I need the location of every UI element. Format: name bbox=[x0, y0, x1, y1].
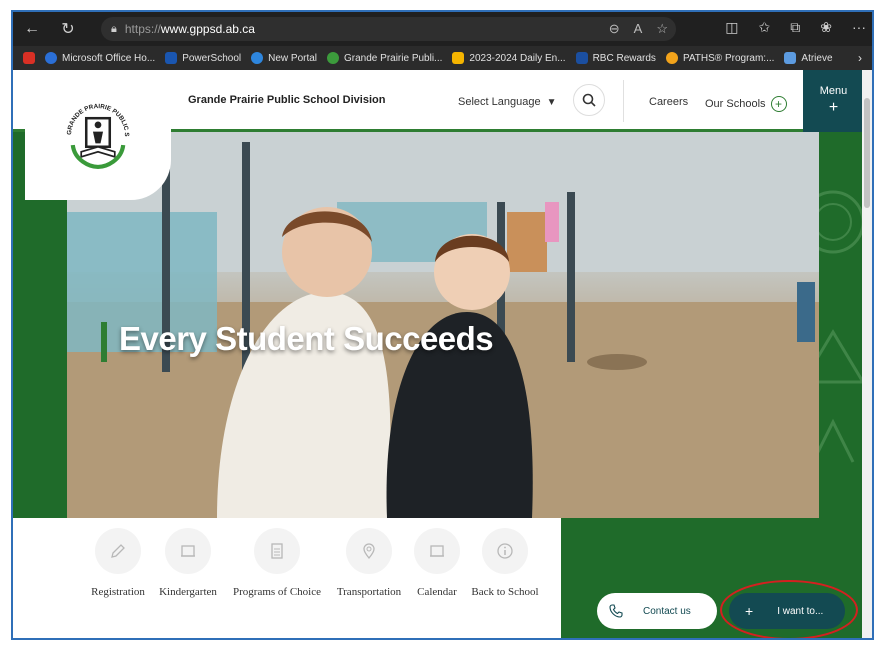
quick-link-label: Registration bbox=[91, 586, 145, 598]
quick-link-kindergarten[interactable]: Kindergarten bbox=[151, 528, 225, 598]
zoom-icon[interactable]: ⊖ bbox=[609, 21, 620, 37]
bookmark[interactable]: RBC Rewards bbox=[575, 52, 656, 64]
chevron-down-icon: ▼ bbox=[546, 96, 557, 108]
bookmark[interactable]: Grande Prairie Publi... bbox=[327, 52, 442, 64]
more-icon[interactable]: ··· bbox=[852, 19, 866, 36]
plus-icon: + bbox=[828, 99, 839, 116]
address-bar[interactable]: 🔒︎ https://www.gppsd.ab.ca ⊖ A ☆ bbox=[101, 17, 676, 41]
plus-icon: + bbox=[770, 96, 787, 112]
read-aloud-icon[interactable]: A bbox=[634, 21, 643, 37]
contact-us-label: Contact us bbox=[643, 605, 691, 617]
address-bar-icons: ⊖ A ☆ bbox=[609, 21, 668, 37]
page-scrollbar[interactable] bbox=[862, 70, 872, 638]
tablet-icon bbox=[414, 528, 460, 574]
info-icon bbox=[482, 528, 528, 574]
language-selector[interactable]: Select Language ▼ bbox=[458, 96, 556, 108]
bookmark-icon bbox=[45, 52, 57, 64]
bookmark-icon bbox=[452, 52, 465, 64]
quick-link-label: Calendar bbox=[417, 586, 457, 598]
web-page: Every Student Succeeds Grande Prairie Pu… bbox=[13, 70, 864, 638]
school-division-logo: GRANDE PRAIRIE PUBLIC SCHOOL DIVISION bbox=[56, 93, 130, 170]
quick-link-calendar[interactable]: Calendar bbox=[409, 528, 465, 598]
quick-link-label: Back to School bbox=[471, 586, 539, 598]
bookmark[interactable]: PowerSchool bbox=[165, 52, 241, 64]
hero-accent-bar bbox=[101, 322, 107, 362]
refresh-icon[interactable]: ↻ bbox=[55, 19, 81, 39]
bookmark[interactable]: Atrieve bbox=[784, 52, 833, 64]
split-screen-icon[interactable]: ◫ bbox=[725, 19, 738, 36]
quick-links-panel: Registration Kindergarten Programs of Ch… bbox=[13, 518, 561, 638]
logo-card[interactable]: GRANDE PRAIRIE PUBLIC SCHOOL DIVISION bbox=[25, 70, 171, 200]
tablet-icon bbox=[165, 528, 211, 574]
scrollbar-thumb[interactable] bbox=[864, 98, 870, 208]
phone-icon bbox=[609, 604, 623, 618]
quick-link-back-to-school[interactable]: Back to School bbox=[465, 528, 545, 598]
search-button[interactable] bbox=[573, 84, 605, 116]
browser-tool-icons: ◫ ✩ ⧉ ❀ ··· bbox=[725, 19, 866, 36]
annotation-highlight-ellipse bbox=[720, 580, 858, 638]
pdf-icon[interactable] bbox=[23, 52, 35, 64]
pencil-icon bbox=[95, 528, 141, 574]
bookmark-icon bbox=[784, 52, 797, 64]
division-name[interactable]: Grande Prairie Public School Division bbox=[188, 94, 385, 106]
map-pin-icon bbox=[346, 528, 392, 574]
bookmark-icon bbox=[575, 52, 588, 64]
bookmark[interactable]: Microsoft Office Ho... bbox=[45, 52, 155, 64]
hero-title: Every Student Succeeds bbox=[119, 320, 494, 357]
chevron-right-icon[interactable]: › bbox=[858, 51, 862, 65]
quick-link-registration[interactable]: Registration bbox=[85, 528, 151, 598]
menu-button[interactable]: Menu + bbox=[803, 70, 864, 132]
quick-links: Registration Kindergarten Programs of Ch… bbox=[85, 528, 545, 598]
bookmark[interactable]: 2023-2024 Daily En... bbox=[452, 52, 566, 64]
collections-icon[interactable]: ⧉ bbox=[790, 19, 800, 36]
svg-text:GRANDE PRAIRIE PUBLIC SCHOOL D: GRANDE PRAIRIE PUBLIC SCHOOL DIVISION bbox=[56, 93, 130, 137]
bookmark-icon bbox=[251, 52, 264, 64]
browser-window: ← ↻ 🔒︎ https://www.gppsd.ab.ca ⊖ A ☆ ◫ ✩… bbox=[11, 10, 874, 640]
header-divider bbox=[623, 80, 624, 122]
browser-toolbar: ← ↻ 🔒︎ https://www.gppsd.ab.ca ⊖ A ☆ ◫ ✩… bbox=[13, 12, 872, 46]
bookmark[interactable]: New Portal bbox=[251, 52, 317, 64]
search-icon bbox=[582, 93, 596, 107]
favorite-star-icon[interactable]: ☆ bbox=[656, 21, 668, 37]
contact-us-button[interactable]: Contact us bbox=[597, 593, 717, 629]
language-label: Select Language bbox=[458, 96, 541, 108]
careers-link[interactable]: Careers bbox=[649, 96, 688, 108]
quick-link-programs-of-choice[interactable]: Programs of Choice bbox=[225, 528, 329, 598]
hero-banner: Every Student Succeeds bbox=[67, 132, 819, 518]
quick-link-label: Transportation bbox=[336, 586, 402, 598]
quick-link-label: Programs of Choice bbox=[233, 586, 321, 598]
bookmark-icon bbox=[665, 52, 678, 64]
back-arrow-icon[interactable]: ← bbox=[19, 20, 45, 38]
menu-label: Menu bbox=[819, 85, 848, 97]
bookmark[interactable]: PATHS® Program:... bbox=[665, 52, 774, 64]
quick-link-label: Kindergarten bbox=[159, 586, 217, 598]
our-schools-label: Our Schools bbox=[705, 98, 766, 110]
url-text: https://www.gppsd.ab.ca bbox=[124, 22, 255, 36]
favorites-icon[interactable]: ✩ bbox=[759, 19, 771, 36]
lock-icon: 🔒︎ bbox=[111, 22, 117, 35]
quick-link-transportation[interactable]: Transportation bbox=[329, 528, 409, 598]
bookmark-icon bbox=[165, 52, 178, 64]
bookmark-icon bbox=[327, 52, 340, 64]
document-icon bbox=[254, 528, 300, 574]
extensions-icon[interactable]: ❀ bbox=[820, 19, 832, 36]
our-schools-button[interactable]: Our Schools + bbox=[705, 96, 787, 112]
bookmarks-bar: Microsoft Office Ho... PowerSchool New P… bbox=[13, 46, 872, 70]
